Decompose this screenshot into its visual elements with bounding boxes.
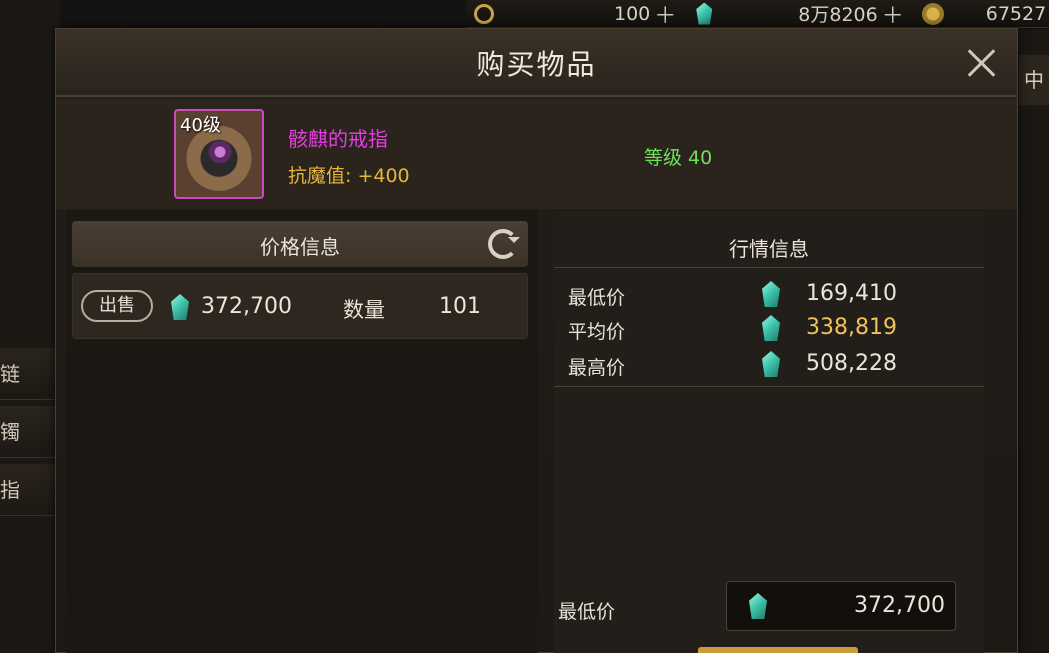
stat-value: 169,410 [806,281,897,306]
currency2-value: 8万8206 [798,4,878,26]
bg-tab-necklace: 链 [0,348,58,400]
quantity-value: 101 [439,294,481,319]
stat-row-average: 平均价 338,819 [554,313,984,345]
market-info-panel: 行情信息 最低价 169,410 平均价 338,819 最高价 508,228… [554,211,984,653]
currency1-value: 100 [614,2,651,25]
market-info-title: 行情信息 [729,237,809,261]
stat-row-max: 最高价 508,228 [554,349,984,381]
currency-bar: 100 ＋ 8万8206 ＋ 67527 [466,0,1049,30]
item-level-badge: 40级 [180,115,221,136]
bg-tab-label: 链 [0,362,20,386]
item-stat: 抗魔值: +400 [288,165,410,187]
offer-price: 372,700 [201,294,292,319]
price-info-panel: 价格信息 出售 372,700 数量 101 [66,211,538,653]
bg-tab-ring: 指 [0,464,58,516]
divider [554,267,984,268]
stat-value: 508,228 [806,351,897,376]
buy-button[interactable] [698,647,858,653]
min-price-value: 372,700 [854,593,945,618]
refresh-icon[interactable] [488,229,520,259]
gold-coin-icon [921,2,944,25]
min-price-label: 最低价 [558,601,616,623]
add-currency1-button[interactable]: ＋ [654,0,676,30]
gem-icon [762,351,780,377]
dialog-title: 购买物品 [476,48,597,81]
sell-badge: 出售 [81,290,153,322]
bg-right-tab: 中 [1019,55,1049,105]
ring-item-icon[interactable]: 40级 [174,109,264,199]
quantity-label: 数量 [343,298,385,322]
stat-value: 338,819 [806,315,897,340]
stat-label: 平均价 [568,321,626,343]
background-right-panel [1017,30,1049,653]
currency3-value: 67527 [985,2,1047,25]
stat-row-min: 最低价 169,410 [554,279,984,311]
item-summary: 40级 骸麒的戒指 抗魔值: +400 等级 40 [56,99,1017,209]
gem-icon [762,281,780,307]
coin-icon [474,3,494,24]
ring-gem-icon [198,141,242,163]
price-info-title: 价格信息 [260,235,340,259]
bg-tab-label: 镯 [0,420,20,444]
bg-right-tab-label: 中 [1024,68,1044,92]
min-price-field[interactable]: 372,700 [726,581,956,631]
bg-tab-bracelet: 镯 [0,406,58,458]
background-left-panel: 链 镯 指 [0,0,60,653]
dialog-header: 购买物品 [56,29,1017,97]
stat-label: 最低价 [568,287,626,309]
bg-tab-label: 指 [0,478,20,502]
gem-icon [696,2,713,25]
stat-label: 最高价 [568,357,626,379]
price-info-header: 价格信息 [72,221,528,267]
gem-icon [762,315,780,341]
buy-item-dialog: 购买物品 40级 骸麒的戒指 抗魔值: +400 等级 40 价格信息 出售 3… [55,28,1018,653]
gem-icon [171,294,189,320]
item-name: 骸麒的戒指 [288,127,388,151]
gem-icon [749,593,767,619]
offer-row[interactable]: 出售 372,700 数量 101 [72,273,528,339]
close-icon[interactable] [964,45,1000,81]
add-currency2-button[interactable]: ＋ [882,0,904,30]
item-level-requirement: 等级 40 [644,147,713,169]
divider [554,386,984,387]
